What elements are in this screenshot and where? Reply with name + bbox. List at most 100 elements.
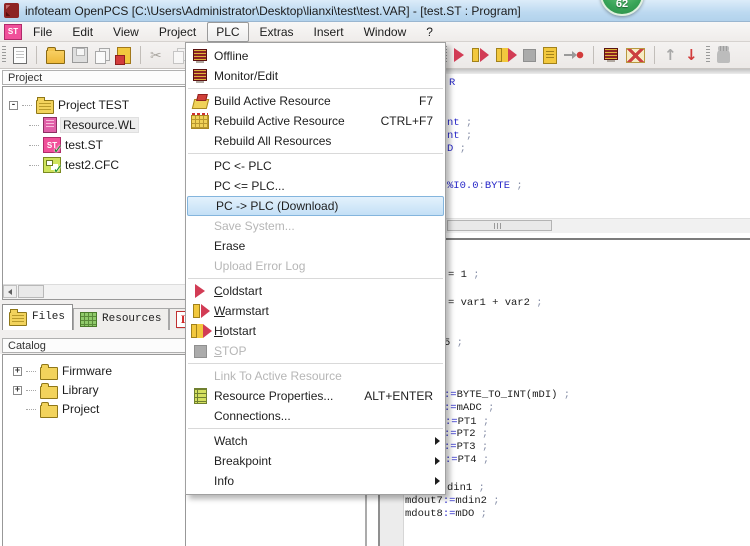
menu-item-rebuild-all-resources[interactable]: Rebuild All Resources — [186, 131, 445, 151]
toolbar-group-plc — [443, 42, 730, 68]
menu-item-label: PC -> PLC (Download) — [216, 199, 431, 213]
menu-item-label: Info — [214, 474, 433, 488]
toolbar-group-file — [2, 42, 188, 68]
menu-item-resource-properties[interactable]: Resource Properties...ALT+ENTER — [186, 386, 445, 406]
arrow-up-icon[interactable] — [664, 47, 678, 63]
stop-icon[interactable] — [523, 49, 536, 62]
expand-toggle[interactable]: + — [13, 386, 22, 395]
menu-item-label: Breakpoint — [214, 454, 433, 468]
st-app-icon — [4, 24, 22, 40]
stop-icon — [194, 345, 207, 358]
download-arrow-icon[interactable] — [564, 48, 584, 62]
menu-item-coldstart[interactable]: Coldstart — [186, 281, 445, 301]
scroll-left-button[interactable] — [3, 285, 17, 298]
copy-stack-icon[interactable] — [95, 48, 110, 63]
menu-item-erase[interactable]: Erase — [186, 236, 445, 256]
menu-item-watch[interactable]: Watch — [186, 431, 445, 451]
catalog-item-library[interactable]: + Library — [13, 380, 99, 400]
hand-icon[interactable] — [717, 49, 730, 63]
toolbar-separator — [36, 46, 37, 64]
coldstart-icon[interactable] — [454, 48, 464, 62]
menu-item-offline[interactable]: Offline — [186, 46, 445, 66]
tree-item-test2-cfc[interactable]: test2.CFC — [29, 155, 119, 175]
menu-item-monitor-edit[interactable]: Monitor/Edit — [186, 66, 445, 86]
save-icon[interactable] — [72, 47, 88, 63]
menu-item-pc-plc-download[interactable]: PC -> PLC (Download) — [187, 196, 444, 216]
save-as-red-icon[interactable] — [117, 47, 131, 64]
menu-item-stop[interactable]: STOP — [186, 341, 445, 361]
menubar-item-extras[interactable]: Extras — [251, 22, 303, 42]
var-pane-hscrollbar[interactable] — [445, 218, 750, 233]
monitor-icon[interactable] — [603, 48, 619, 62]
tree-connector — [29, 125, 39, 126]
menubar-item-project[interactable]: Project — [150, 22, 205, 42]
menu-bar: FileEditViewProjectPLCExtrasInsertWindow… — [0, 22, 750, 42]
tree-item-resource-wl[interactable]: Resource.WL — [29, 115, 138, 135]
menu-item-label: STOP — [214, 344, 433, 358]
code-fragment: = 1 ; — [448, 269, 480, 281]
catalog-tree-panel[interactable]: +Firmware+LibraryProject — [2, 354, 186, 546]
menubar-item-insert[interactable]: Insert — [305, 22, 353, 42]
warmstart-icon[interactable] — [471, 48, 488, 62]
code-fragment: :=PT1 ; — [445, 416, 489, 428]
document-yellow-icon[interactable] — [543, 47, 557, 64]
menu-item-info[interactable]: Info — [186, 471, 445, 491]
tab-library[interactable] — [169, 308, 186, 330]
cut-icon[interactable] — [150, 47, 166, 64]
menu-item-label: Link To Active Resource — [214, 369, 433, 383]
catalog-item-label: Library — [62, 383, 99, 397]
menu-item-pc-plc[interactable]: PC <- PLC — [186, 156, 445, 176]
menubar-item-window[interactable]: Window — [355, 22, 416, 42]
mail-error-icon[interactable] — [626, 48, 645, 63]
folder-lines-icon — [36, 100, 54, 114]
open-folder-icon[interactable] — [46, 50, 65, 64]
menubar-item-[interactable]: ? — [417, 22, 442, 42]
menubar-item-edit[interactable]: Edit — [63, 22, 102, 42]
editor-pane-var[interactable]: Rnt ;nt ;D ;%I0.0:BYTE ; — [443, 74, 750, 240]
expand-toggle[interactable]: + — [13, 367, 22, 376]
menu-item-warmstart[interactable]: Warmstart — [186, 301, 445, 321]
monitor-icon — [186, 69, 214, 83]
tab-files[interactable]: Files — [2, 304, 73, 330]
hscrollbar-thumb[interactable] — [447, 220, 552, 231]
project-tree-panel[interactable]: - Project TEST Resource.WLtest.STtest2.CFC — [2, 86, 186, 300]
tab-resources[interactable]: Resources — [73, 308, 169, 330]
menu-item-label: Upload Error Log — [214, 259, 433, 273]
arrow-down-icon[interactable] — [685, 47, 699, 63]
menu-item-label: Rebuild All Resources — [214, 134, 433, 148]
project-tree-hscrollbar[interactable] — [3, 284, 185, 299]
menu-item-label: Rebuild Active Resource — [214, 114, 373, 128]
doc-pink-icon — [43, 117, 57, 133]
menu-item-link-to-active-resource[interactable]: Link To Active Resource — [186, 366, 445, 386]
collapse-toggle[interactable]: - — [9, 101, 18, 110]
hotstart-icon[interactable] — [495, 48, 516, 62]
tree-item-label: Project TEST — [58, 98, 129, 112]
code-fragment: mdout8:=mDO ; — [405, 508, 487, 520]
menubar-item-view[interactable]: View — [104, 22, 148, 42]
tree-item-project-root[interactable]: - Project TEST — [9, 95, 129, 115]
menubar-item-plc[interactable]: PLC — [207, 22, 248, 42]
menu-separator — [188, 363, 443, 364]
project-panel-header: Project — [2, 70, 186, 85]
toolbar-separator — [140, 46, 141, 64]
menu-item-label: Warmstart — [214, 304, 433, 318]
catalog-item-firmware[interactable]: +Firmware — [13, 361, 112, 381]
hscrollbar-thumb[interactable] — [18, 285, 44, 298]
menubar-item-file[interactable]: File — [24, 22, 61, 42]
code-fragment: 5 ; — [444, 337, 463, 349]
window-title: infoteam OpenPCS [C:\Users\Administrator… — [25, 4, 521, 18]
tree-item-test-st[interactable]: test.ST — [29, 135, 103, 155]
menu-item-upload-error-log[interactable]: Upload Error Log — [186, 256, 445, 276]
menu-item-save-system[interactable]: Save System... — [186, 216, 445, 236]
catalog-item-project[interactable]: Project — [13, 399, 99, 419]
menu-item-pc-plc[interactable]: PC <= PLC... — [186, 176, 445, 196]
menu-item-build-active-resource[interactable]: Build Active ResourceF7 — [186, 91, 445, 111]
menu-item-hotstart[interactable]: Hotstart — [186, 321, 445, 341]
menu-item-breakpoint[interactable]: Breakpoint — [186, 451, 445, 471]
menu-item-label: Connections... — [214, 409, 433, 423]
monitor-icon — [192, 49, 208, 63]
menu-item-label: PC <= PLC... — [214, 179, 433, 193]
menu-item-connections[interactable]: Connections... — [186, 406, 445, 426]
new-doc-icon[interactable] — [13, 47, 27, 64]
menu-item-rebuild-active-resource[interactable]: Rebuild Active ResourceCTRL+F7 — [186, 111, 445, 131]
